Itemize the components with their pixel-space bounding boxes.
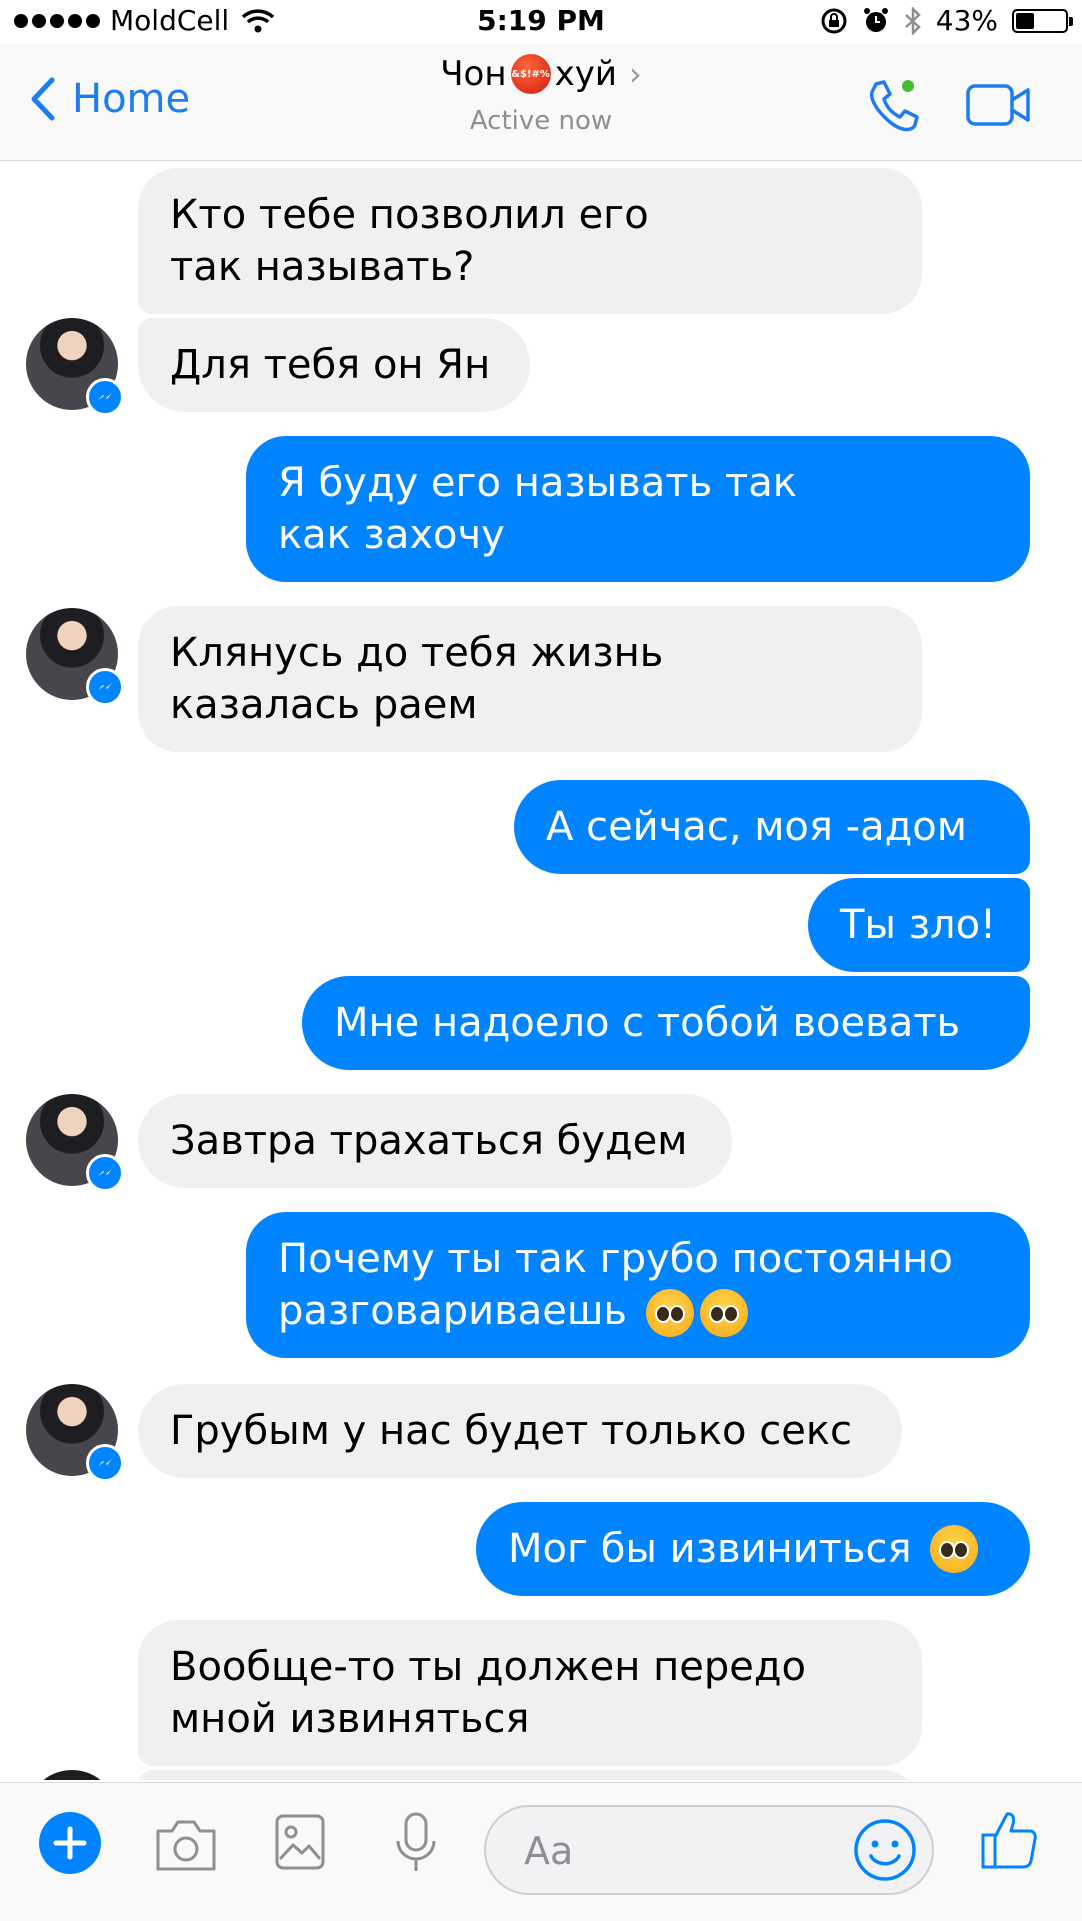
alarm-icon xyxy=(863,7,888,32)
contact-avatar[interactable] xyxy=(26,1770,118,1780)
video-icon xyxy=(966,84,1030,126)
outgoing-message[interactable]: А сейчас, моя -адом xyxy=(514,780,1030,874)
battery-icon xyxy=(1012,8,1073,33)
like-button[interactable] xyxy=(980,1809,1038,1875)
messenger-icon xyxy=(86,1444,124,1482)
outgoing-message[interactable]: Почему ты так грубо постоянно разговарив… xyxy=(246,1212,1030,1358)
contact-name-prefix: Чон xyxy=(440,54,507,94)
rotation-lock-icon xyxy=(821,8,847,33)
incoming-message[interactable]: Вообще-то ты должен передо мной извинятьс… xyxy=(138,1620,922,1766)
status-right: 43% xyxy=(820,4,1073,37)
status-bar: MoldCell 5:19 PM 43% xyxy=(0,0,1082,44)
contact-name-suffix: хуй xyxy=(554,54,617,94)
more-actions-button[interactable] xyxy=(38,1811,102,1879)
voice-message-button[interactable] xyxy=(394,1811,438,1879)
outgoing-message[interactable]: Мог бы извиниться xyxy=(476,1502,1030,1596)
pleading-face-icon xyxy=(930,1525,979,1573)
contact-avatar[interactable] xyxy=(26,608,124,706)
incoming-message[interactable]: Грубым у нас будет только секс xyxy=(138,1384,902,1478)
contact-avatar[interactable] xyxy=(26,1094,124,1192)
incoming-message[interactable]: Клянусь до тебя жизнь казалась раем xyxy=(138,606,922,752)
message-input-placeholder: Aa xyxy=(524,1829,574,1873)
camera-button[interactable] xyxy=(154,1817,218,1877)
emoji-button[interactable] xyxy=(852,1817,918,1887)
thumbs-up-icon xyxy=(981,1812,1037,1869)
voice-call-button[interactable] xyxy=(862,76,922,140)
outgoing-message[interactable]: Мне надоело с тобой воевать xyxy=(302,976,1030,1070)
smiley-icon xyxy=(854,1819,916,1881)
battery-percent: 43% xyxy=(935,4,998,37)
pleading-face-icon xyxy=(645,1289,694,1337)
contact-avatar[interactable] xyxy=(26,318,124,416)
gallery-button[interactable] xyxy=(274,1813,326,1875)
message-list[interactable]: Кто тебе позволил его так называть? Для т… xyxy=(0,160,1082,1780)
angry-emoji-icon: &$!#% xyxy=(510,54,551,94)
outgoing-message[interactable]: Я буду его называть так как захочу xyxy=(246,436,1030,582)
composer-bar: Aa xyxy=(0,1782,1082,1921)
message-input[interactable]: Aa xyxy=(484,1805,934,1895)
messenger-icon xyxy=(86,668,124,706)
contact-avatar[interactable] xyxy=(26,1384,124,1482)
image-icon xyxy=(275,1814,325,1870)
chevron-right-icon: › xyxy=(628,55,642,93)
pleading-face-icon xyxy=(699,1289,748,1337)
incoming-message[interactable]: Завтра трахаться будем xyxy=(138,1094,732,1188)
bluetooth-icon xyxy=(904,6,921,35)
messenger-icon xyxy=(86,1154,124,1192)
plus-icon xyxy=(39,1812,101,1874)
outgoing-message[interactable]: Ты зло! xyxy=(808,878,1030,972)
phone-icon xyxy=(869,80,919,132)
microphone-icon xyxy=(396,1812,436,1871)
incoming-message[interactable]: Для тебя он Ян xyxy=(138,318,530,412)
conversation-header: Home Чон &$!#% хуй › Active now xyxy=(0,44,1082,161)
incoming-message[interactable] xyxy=(138,1770,922,1780)
camera-icon xyxy=(156,1820,216,1871)
video-call-button[interactable] xyxy=(966,84,1032,130)
incoming-message[interactable]: Кто тебе позволил его так называть? xyxy=(138,168,922,314)
messenger-icon xyxy=(86,378,124,416)
